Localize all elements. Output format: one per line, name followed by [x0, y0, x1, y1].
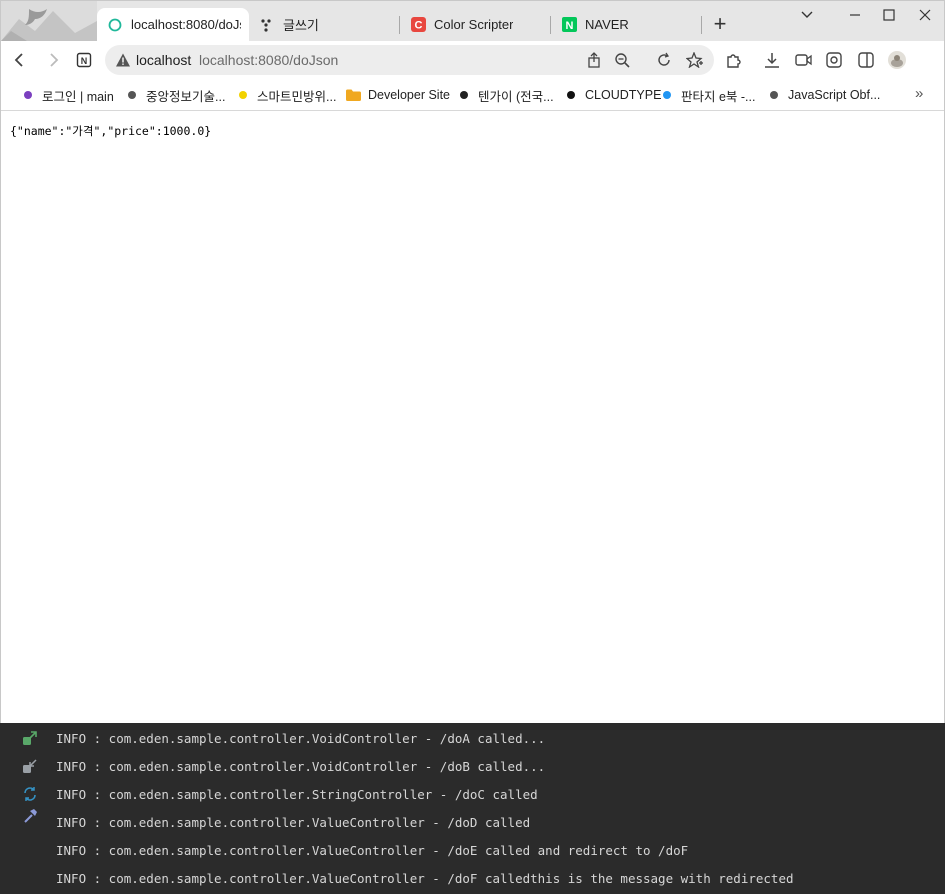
svg-text:N: N: [81, 56, 88, 66]
tab-strip: localhost:8080/doJs 글쓰기 C Color Scripter…: [1, 1, 944, 41]
tab-separator: [701, 16, 702, 34]
svg-text:N: N: [565, 20, 573, 32]
warning-triangle-icon[interactable]: [115, 52, 131, 68]
download-icon[interactable]: [762, 50, 782, 70]
bookmark-dot-icon: [239, 91, 247, 99]
video-camera-icon[interactable]: [793, 50, 813, 70]
browser-window: localhost:8080/doJs 글쓰기 C Color Scripter…: [0, 0, 945, 723]
rerun-arrows-icon[interactable]: [22, 786, 38, 802]
bookmark-folder[interactable]: Developer Site: [346, 86, 450, 104]
tab-label: NAVER: [585, 17, 629, 32]
profile-avatar-icon[interactable]: [887, 50, 907, 70]
json-response-text: {"name":"가격","price":1000.0}: [10, 124, 212, 138]
bookmark-dot-icon: [24, 91, 32, 99]
tab-label: 글쓰기: [283, 18, 319, 33]
undeploy-down-arrow-icon[interactable]: [22, 758, 38, 774]
deploy-up-arrow-icon[interactable]: [22, 730, 38, 746]
bookmarks-overflow-chevron-icon[interactable]: »: [915, 85, 923, 102]
tab-naver[interactable]: N NAVER: [551, 8, 701, 41]
bookmark-dot-icon: [663, 91, 671, 99]
console-log-line: INFO : com.eden.sample.controller.ValueC…: [56, 815, 531, 830]
bookmark-dot-icon: [460, 91, 468, 99]
bookmark-dot-icon: [567, 91, 575, 99]
tab-color-scripter[interactable]: C Color Scripter: [400, 8, 550, 41]
bookmark-label: 중앙정보기술...: [146, 89, 226, 104]
bookmark-item[interactable]: CLOUDTYPE: [567, 86, 661, 104]
svg-text:C: C: [414, 20, 422, 32]
side-panel-icon[interactable]: [856, 50, 876, 70]
color-scripter-icon: C: [410, 17, 426, 33]
folder-icon: [346, 89, 361, 101]
bookmark-item[interactable]: 판타지 e북 -...: [663, 86, 755, 104]
new-tab-button[interactable]: +: [709, 13, 731, 36]
tab-label: Color Scripter: [434, 17, 514, 32]
extensions-puzzle-icon[interactable]: [723, 50, 743, 70]
console-log-line: INFO : com.eden.sample.controller.String…: [56, 787, 538, 802]
tab-search-chevron-icon[interactable]: [793, 5, 821, 25]
bookmark-label: CLOUDTYPE: [585, 88, 662, 102]
bookmark-label: Developer Site: [368, 88, 450, 102]
back-arrow-icon[interactable]: [10, 50, 30, 70]
forward-arrow-icon[interactable]: [43, 50, 63, 70]
zoom-out-icon[interactable]: [612, 50, 632, 70]
loading-ring-icon: [107, 17, 123, 33]
console-log-line: INFO : com.eden.sample.controller.VoidCo…: [56, 731, 546, 746]
toolbar: N localhost localhost:8080/doJson: [1, 41, 944, 79]
bookmark-label: 텐가이 (전국...: [478, 89, 554, 104]
bookmark-dot-icon: [770, 91, 778, 99]
bookmark-label: 판타지 e북 -...: [681, 89, 756, 104]
console-panel: INFO : com.eden.sample.controller.VoidCo…: [0, 723, 945, 894]
bookmark-item[interactable]: JavaScript Obf...: [770, 86, 880, 104]
bookmark-label: 스마트민방위...: [257, 89, 337, 104]
address-host: localhost: [136, 52, 192, 68]
tab-write[interactable]: 글쓰기: [249, 8, 399, 41]
console-log-line: INFO : com.eden.sample.controller.ValueC…: [56, 871, 794, 886]
bookmark-item[interactable]: 텐가이 (전국...: [460, 86, 554, 104]
console-log-line: INFO : com.eden.sample.controller.ValueC…: [56, 843, 689, 858]
naver-icon: N: [561, 17, 577, 33]
dots-grid-icon: [259, 17, 275, 33]
maximize-icon[interactable]: [875, 5, 903, 25]
close-icon[interactable]: [911, 5, 939, 25]
address-url: localhost:8080/doJson: [199, 52, 339, 68]
bookmark-label: 로그인 | main: [42, 89, 114, 104]
screenshot-icon[interactable]: [824, 50, 844, 70]
theme-decoration-icon: [1, 1, 97, 41]
bookmark-item[interactable]: 로그인 | main: [24, 86, 114, 104]
bookmark-star-icon[interactable]: [685, 50, 705, 70]
tab-label: localhost:8080/doJs: [131, 17, 241, 32]
console-log-line: INFO : com.eden.sample.controller.VoidCo…: [56, 759, 546, 774]
bookmark-item[interactable]: 중앙정보기술...: [128, 86, 225, 104]
bookmark-dot-icon: [128, 91, 136, 99]
build-hammer-icon[interactable]: [22, 808, 38, 824]
minimize-icon[interactable]: [841, 5, 869, 25]
address-bar[interactable]: localhost localhost:8080/doJson: [105, 45, 714, 75]
bookmark-item[interactable]: 스마트민방위...: [239, 86, 336, 104]
share-icon[interactable]: [584, 50, 604, 70]
refresh-extension-icon[interactable]: [654, 50, 674, 70]
tab-localhost[interactable]: localhost:8080/doJs: [97, 8, 249, 41]
notion-n-icon[interactable]: N: [74, 50, 94, 70]
bookmarks-bar: 로그인 | main 중앙정보기술... 스마트민방위... Developer…: [1, 79, 944, 111]
bookmark-label: JavaScript Obf...: [788, 88, 881, 102]
